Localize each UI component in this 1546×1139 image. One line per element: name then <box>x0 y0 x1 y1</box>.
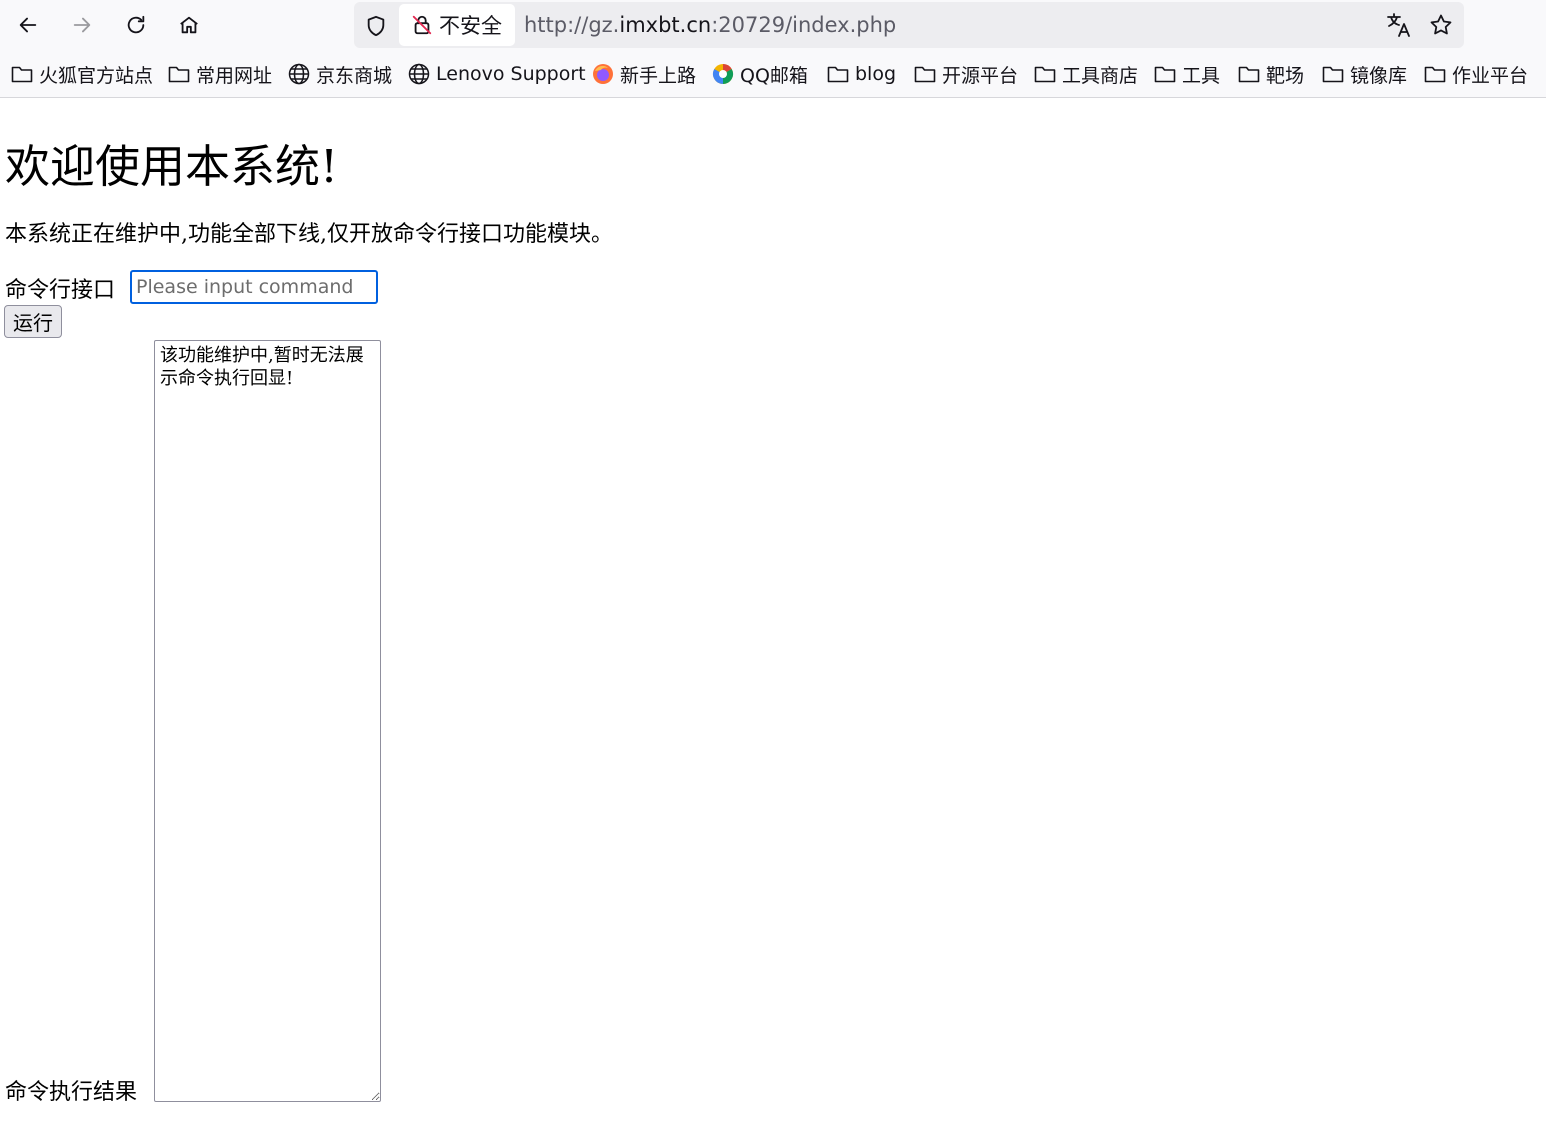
connection-security-chip[interactable]: 不安全 <box>399 4 515 46</box>
folder-icon <box>1322 66 1344 83</box>
bookmark-label: 作业平台 <box>1452 64 1529 87</box>
folder-icon <box>168 66 190 83</box>
star-icon <box>1430 14 1452 35</box>
bookmark-item[interactable]: 作业平台 <box>1423 60 1528 88</box>
bookmark-item[interactable]: 靶场 <box>1237 60 1304 88</box>
bookmark-item[interactable]: 镜像库 <box>1321 60 1407 88</box>
bookmark-label: 常用网址 <box>196 64 273 87</box>
bookmark-label: QQ邮箱 <box>740 64 808 87</box>
bookmark-label: 镜像库 <box>1350 64 1408 87</box>
command-label: 命令行接口 <box>5 278 116 303</box>
bookmark-label: Lenovo Support <box>436 63 586 85</box>
bookmark-label: 开源平台 <box>942 64 1019 87</box>
bookmark-item[interactable]: Lenovo Support <box>407 60 586 88</box>
home-button[interactable] <box>171 7 207 43</box>
back-button[interactable] <box>10 7 46 43</box>
navigation-toolbar: 不安全 http://gz.imxbt.cn:20729/index.php <box>0 0 1546 50</box>
url-prefix: http://gz. <box>524 13 620 37</box>
result-textarea[interactable]: 该功能维护中,暂时无法展示命令执行回显! <box>154 340 381 1102</box>
translate-icon <box>1387 13 1410 37</box>
bookmark-item[interactable]: 工具商店 <box>1033 60 1138 88</box>
folder-icon <box>1424 66 1446 83</box>
bookmark-item[interactable]: blog <box>826 60 896 88</box>
bookmark-page-button[interactable] <box>1424 8 1458 42</box>
bookmark-label: 工具商店 <box>1062 64 1139 87</box>
folder-icon <box>1154 66 1176 83</box>
result-label: 命令执行结果 <box>5 1080 138 1105</box>
folder-icon <box>827 66 849 83</box>
maintenance-notice: 本系统正在维护中,功能全部下线,仅开放命令行接口功能模块。 <box>5 222 613 247</box>
reload-icon <box>127 15 145 34</box>
tracking-protection-button[interactable] <box>360 10 392 42</box>
translate-button[interactable] <box>1382 8 1416 42</box>
shield-icon <box>367 15 385 37</box>
bookmark-item[interactable]: 常用网址 <box>167 60 272 88</box>
globe-icon <box>288 63 310 85</box>
bookmark-label: 工具 <box>1182 64 1221 87</box>
bookmark-item[interactable]: QQ邮箱 <box>711 60 808 88</box>
folder-icon <box>914 66 936 83</box>
bookmark-label: 靶场 <box>1266 64 1305 87</box>
bookmark-item[interactable]: 新手上路 <box>591 60 696 88</box>
reload-button[interactable] <box>118 7 154 43</box>
url-host: imxbt.cn <box>619 13 712 37</box>
firefox-icon <box>593 64 613 84</box>
bookmark-item[interactable]: 开源平台 <box>913 60 1018 88</box>
bookmark-label: blog <box>855 63 897 85</box>
globe-icon <box>408 63 430 85</box>
url-text[interactable]: http://gz.imxbt.cn:20729/index.php <box>524 13 896 37</box>
bookmark-label: 新手上路 <box>620 64 697 87</box>
run-button[interactable]: 运行 <box>4 305 62 338</box>
page-content: 欢迎使用本系统! 本系统正在维护中,功能全部下线,仅开放命令行接口功能模块。 命… <box>0 98 1546 1139</box>
security-status-label: 不安全 <box>439 14 502 38</box>
forward-arrow-icon <box>73 17 91 33</box>
bookmark-label: 京东商城 <box>316 64 393 87</box>
forward-button[interactable] <box>64 7 100 43</box>
bookmark-label: 火狐官方站点 <box>39 64 154 87</box>
bookmark-item[interactable]: 京东商城 <box>287 60 392 88</box>
folder-icon <box>1034 66 1056 83</box>
address-bar[interactable]: 不安全 http://gz.imxbt.cn:20729/index.php <box>354 2 1464 48</box>
page-title: 欢迎使用本系统! <box>5 140 339 193</box>
broken-lock-icon <box>412 15 432 35</box>
qq-mail-icon <box>712 63 734 85</box>
command-input[interactable] <box>130 270 378 304</box>
bookmark-item[interactable]: 工具 <box>1153 60 1220 88</box>
folder-icon <box>11 66 33 83</box>
url-suffix: :20729/index.php <box>711 13 897 37</box>
home-icon <box>180 16 198 34</box>
bookmarks-toolbar: 火狐官方站点 常用网址 京东商城 Lenovo Support 新手上路 QQ邮… <box>0 50 1546 98</box>
back-arrow-icon <box>19 17 37 33</box>
folder-icon <box>1238 66 1260 83</box>
bookmark-item[interactable]: 火狐官方站点 <box>10 60 153 88</box>
